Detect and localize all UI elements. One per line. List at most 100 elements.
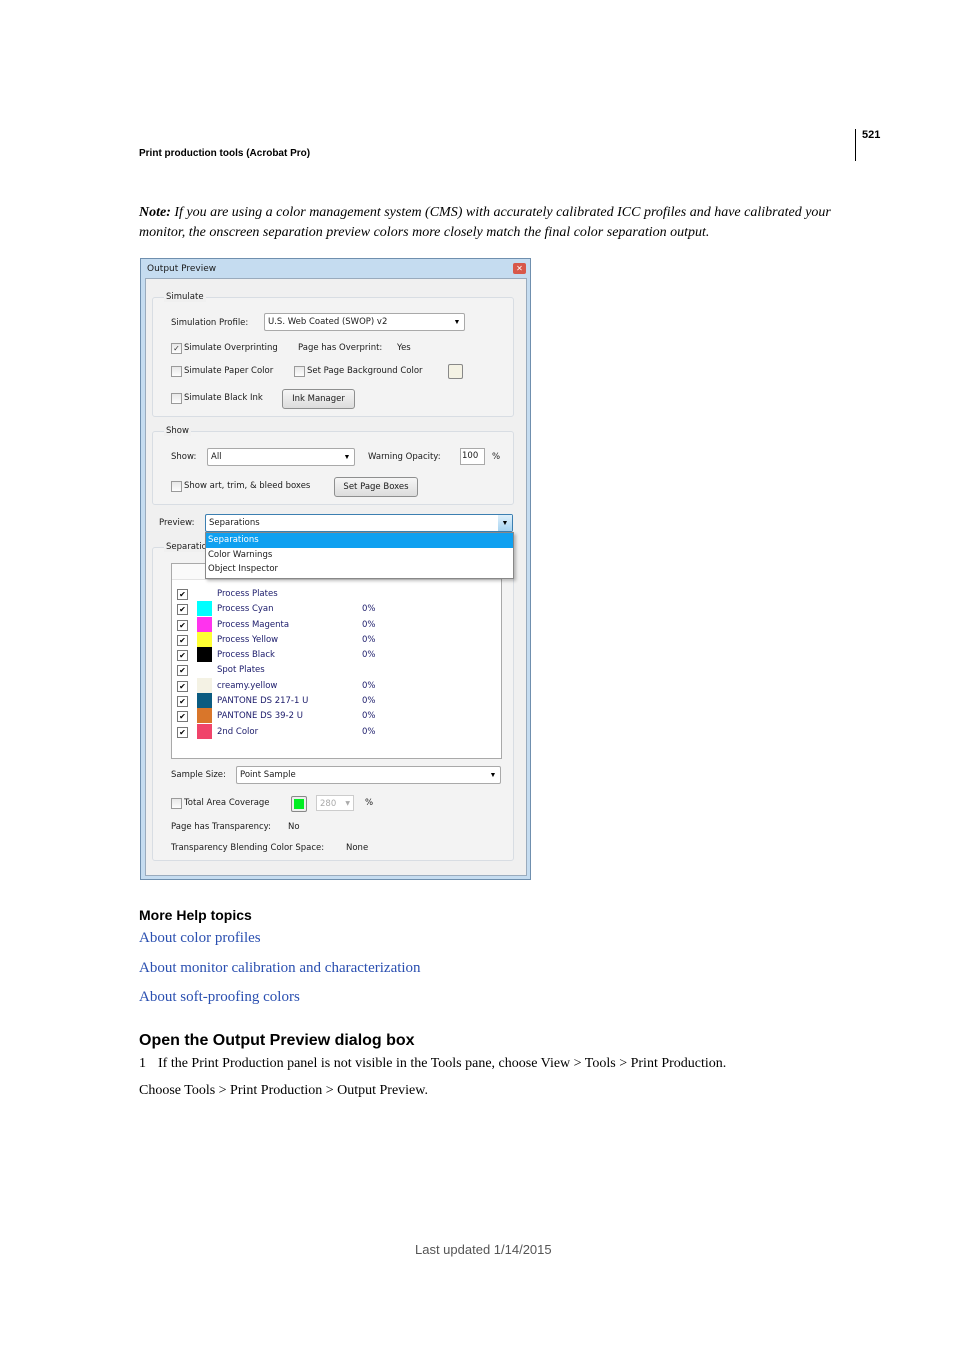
simulation-profile-select[interactable]: U.S. Web Coated (SWOP) v2 ▼ xyxy=(264,313,465,331)
separation-row: ✔ Process Cyan 0% xyxy=(172,601,501,617)
warning-opacity-label: Warning Opacity: xyxy=(368,452,441,462)
preview-select[interactable]: Separations ▼ xyxy=(205,514,513,532)
ink-manager-button[interactable]: Ink Manager xyxy=(282,389,355,409)
warning-opacity-input[interactable]: 100 xyxy=(460,448,485,465)
separation-row: ✔ Process Black 0% xyxy=(172,647,501,663)
plate-checkbox[interactable]: ✔ xyxy=(177,619,188,631)
plate-checkbox[interactable]: ✔ xyxy=(177,680,188,692)
preview-value: Separations xyxy=(209,518,260,528)
preview-dropdown-list: Separations Color Warnings Object Inspecto… xyxy=(205,532,514,579)
set-page-boxes-button[interactable]: Set Page Boxes xyxy=(334,477,418,497)
simulate-paper-color-checkbox[interactable] xyxy=(171,366,182,377)
show-value: All xyxy=(211,452,222,462)
separations-list: ✔ Process Plates ✔ Process Cyan 0% ✔ Process M… xyxy=(171,563,502,759)
plate-color-swatch xyxy=(197,677,212,693)
plate-checkbox[interactable]: ✔ xyxy=(177,650,188,662)
transparency-value: No xyxy=(288,822,300,832)
simulate-paper-color-label: Simulate Paper Color xyxy=(184,366,274,376)
blend-space-label: Transparency Blending Color Space: xyxy=(171,843,325,853)
more-help-title: More Help topics xyxy=(139,907,252,923)
plate-checkbox[interactable]: ✔ xyxy=(177,634,188,646)
show-select[interactable]: All ▼ xyxy=(207,448,355,466)
note-text: If you are using a color management syst… xyxy=(139,205,831,240)
plate-color-swatch xyxy=(197,723,212,739)
step-text: If the Print Production panel is not vis… xyxy=(158,1056,727,1071)
document-page: 521 Print production tools (Acrobat Pro)… xyxy=(0,0,954,1350)
plate-checkbox[interactable]: ✔ xyxy=(177,696,188,708)
overprint-value: Yes xyxy=(397,343,411,353)
plate-checkbox[interactable]: ✔ xyxy=(177,604,188,616)
plate-percent: 0% xyxy=(362,680,376,691)
set-background-color-checkbox[interactable] xyxy=(294,366,305,377)
plate-percent: 0% xyxy=(362,726,376,737)
preview-option[interactable]: Object Inspector xyxy=(206,562,513,577)
preview-option[interactable]: Color Warnings xyxy=(206,548,513,563)
simulate-legend: Simulate xyxy=(164,292,206,302)
plate-name: Process Magenta xyxy=(217,619,290,630)
separation-row: ✔ Process Plates xyxy=(172,586,501,601)
chevron-down-icon: ▼ xyxy=(489,771,497,779)
preview-option[interactable]: Separations xyxy=(206,533,513,548)
note: Note: If you are using a color managemen… xyxy=(139,203,859,243)
chevron-down-icon: ▼ xyxy=(453,318,461,326)
plate-color-swatch xyxy=(197,631,212,647)
simulate-overprinting-checkbox[interactable]: ✓ xyxy=(171,343,182,354)
chevron-down-icon: ▼ xyxy=(343,453,351,461)
plate-name: Process Cyan xyxy=(217,604,274,615)
separation-row: ✔ Process Magenta 0% xyxy=(172,616,501,632)
tac-value-select[interactable]: 280 ▼ xyxy=(316,795,354,811)
plate-checkbox[interactable]: ✔ xyxy=(177,711,188,723)
chevron-down-icon: ▼ xyxy=(345,800,350,807)
overprint-label: Page has Overprint: xyxy=(298,343,383,353)
plate-color-swatch xyxy=(197,601,212,617)
link-soft-proofing[interactable]: About soft-proofing colors xyxy=(139,989,300,1006)
plate-color-swatch xyxy=(197,693,212,709)
section-title: Open the Output Preview dialog box xyxy=(139,1032,415,1049)
show-group xyxy=(152,431,514,505)
chevron-down-icon: ▼ xyxy=(498,515,512,531)
header-rule xyxy=(855,129,856,161)
separation-row: ✔ creamy.yellow 0% xyxy=(172,677,501,693)
simulate-overprinting-label: Simulate Overprinting xyxy=(184,343,278,353)
separation-row: ✔ PANTONE DS 217-1 U 0% xyxy=(172,693,501,709)
simulation-profile-label: Simulation Profile: xyxy=(171,318,249,328)
close-icon[interactable]: ✕ xyxy=(513,263,526,274)
plate-percent: 0% xyxy=(362,650,376,661)
total-area-coverage-checkbox[interactable] xyxy=(171,798,182,809)
plate-checkbox[interactable]: ✔ xyxy=(177,589,188,600)
instruction-paragraph: Choose Tools > Print Production > Output… xyxy=(139,1083,428,1098)
plate-name: Spot Plates xyxy=(217,665,265,676)
plate-name: Process Plates xyxy=(217,589,278,599)
sample-size-value: Point Sample xyxy=(240,770,296,780)
sample-size-select[interactable]: Point Sample ▼ xyxy=(236,766,501,784)
plate-percent: 0% xyxy=(362,619,376,630)
simulate-black-ink-checkbox[interactable] xyxy=(171,393,182,404)
plate-color-swatch xyxy=(197,647,212,663)
link-monitor-calibration[interactable]: About monitor calibration and characteri… xyxy=(139,960,421,977)
opacity-percent: % xyxy=(492,452,501,462)
blend-space-value: None xyxy=(346,843,369,853)
dialog-title: Output Preview xyxy=(147,264,217,274)
total-area-coverage-label: Total Area Coverage xyxy=(184,798,270,808)
background-color-swatch[interactable] xyxy=(448,364,463,379)
show-boxes-checkbox[interactable] xyxy=(171,481,182,492)
preview-label: Preview: xyxy=(159,518,195,528)
note-label: Note: xyxy=(139,205,171,220)
plate-name: Process Black xyxy=(217,650,275,661)
link-color-profiles[interactable]: About color profiles xyxy=(139,930,261,947)
separation-row: ✔ Spot Plates xyxy=(172,662,501,677)
plate-name: PANTONE DS 39-2 U xyxy=(217,711,303,722)
separation-row: ✔ PANTONE DS 39-2 U 0% xyxy=(172,708,501,724)
plate-percent: 0% xyxy=(362,696,376,707)
plate-checkbox[interactable]: ✔ xyxy=(177,726,188,738)
show-boxes-label: Show art, trim, & bleed boxes xyxy=(184,481,311,491)
set-background-color-label: Set Page Background Color xyxy=(307,366,423,376)
running-header: Print production tools (Acrobat Pro) xyxy=(139,148,311,159)
tac-color-button[interactable] xyxy=(291,796,307,812)
plate-checkbox[interactable]: ✔ xyxy=(177,665,188,677)
tac-percent: % xyxy=(365,798,374,808)
plate-name: Process Yellow xyxy=(217,634,279,645)
plate-color-swatch xyxy=(197,708,212,724)
plate-name: PANTONE DS 217-1 U xyxy=(217,696,309,707)
simulate-black-ink-label: Simulate Black Ink xyxy=(184,393,263,403)
